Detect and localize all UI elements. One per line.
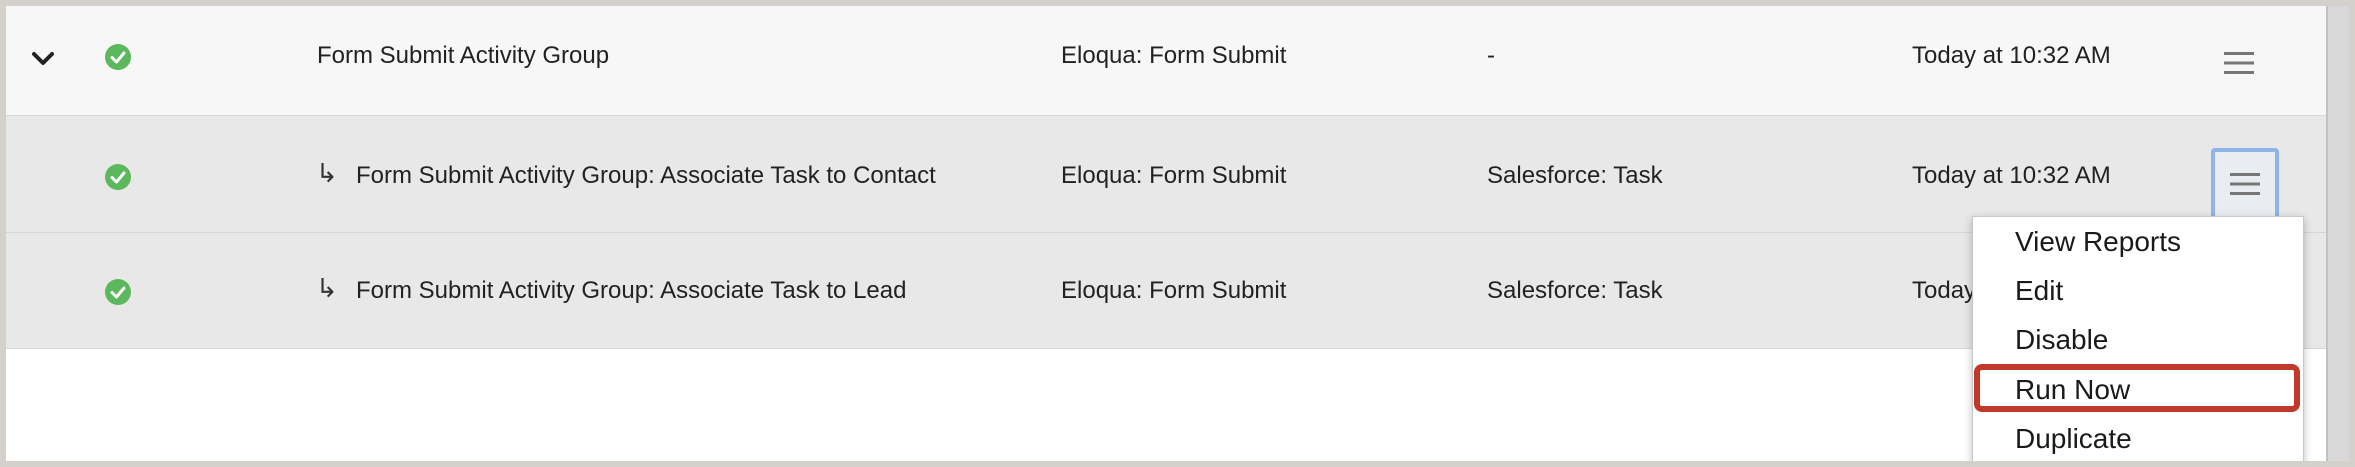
- row-destination: -: [1487, 42, 1495, 69]
- subitem-arrow-icon: ↳: [316, 273, 338, 303]
- menu-item-edit[interactable]: Edit: [2015, 274, 2063, 308]
- hamburger-menu-icon: [2230, 173, 2260, 195]
- row-last-run: Today: [1912, 277, 1977, 304]
- hamburger-menu-icon: [2224, 52, 2254, 74]
- menu-item-view-reports[interactable]: View Reports: [2015, 225, 2181, 259]
- row-destination: Salesforce: Task: [1487, 162, 1663, 189]
- check-circle-icon: [105, 279, 131, 305]
- row-actions-menu: View Reports Edit Disable Run Now Duplic…: [1972, 216, 2304, 461]
- run-now-highlight: [1974, 364, 2300, 412]
- table-row-group[interactable]: Form Submit Activity Group Eloqua: Form …: [6, 6, 2328, 116]
- row-name[interactable]: Form Submit Activity Group: Associate Ta…: [356, 162, 936, 190]
- row-source: Eloqua: Form Submit: [1061, 42, 1287, 69]
- row-name[interactable]: Form Submit Activity Group: Associate Ta…: [356, 277, 906, 305]
- check-circle-icon: [105, 44, 131, 70]
- row-menu-button[interactable]: [2207, 31, 2271, 95]
- row-menu-button-active[interactable]: [2211, 148, 2279, 220]
- row-destination: Salesforce: Task: [1487, 277, 1663, 304]
- subitem-arrow-icon: ↳: [316, 158, 338, 188]
- menu-item-disable[interactable]: Disable: [2015, 323, 2108, 357]
- row-last-run: Today at 10:32 AM: [1912, 162, 2111, 189]
- row-source: Eloqua: Form Submit: [1061, 277, 1287, 304]
- check-circle-icon: [105, 164, 131, 190]
- app-frame: Form Submit Activity Group Eloqua: Form …: [0, 0, 2355, 467]
- scrollbar-track[interactable]: [2326, 6, 2349, 461]
- chevron-down-icon[interactable]: [28, 44, 58, 74]
- row-source: Eloqua: Form Submit: [1061, 162, 1287, 189]
- row-name[interactable]: Form Submit Activity Group: [317, 42, 609, 70]
- row-last-run: Today at 10:32 AM: [1912, 42, 2111, 69]
- menu-item-duplicate[interactable]: Duplicate: [2015, 422, 2132, 456]
